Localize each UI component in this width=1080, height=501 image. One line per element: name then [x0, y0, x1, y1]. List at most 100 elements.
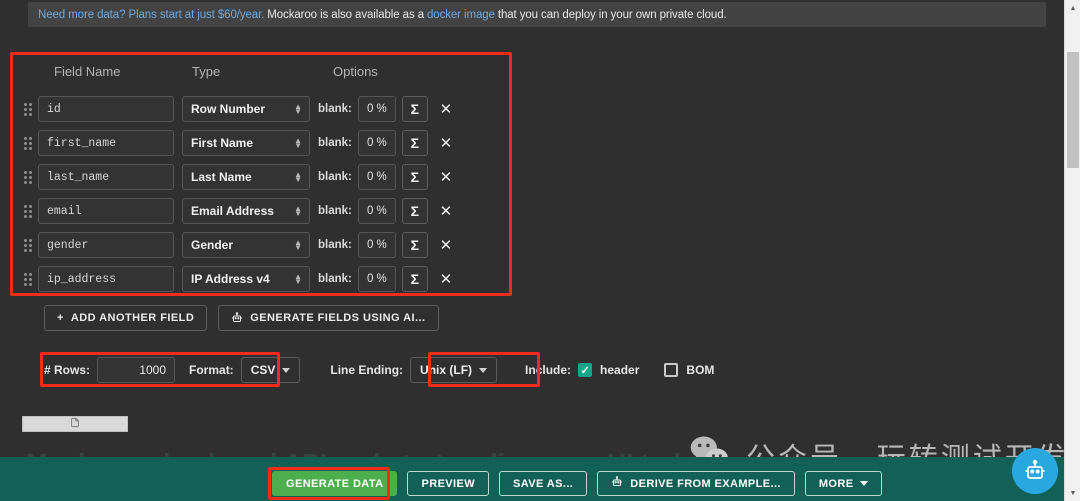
sigma-icon[interactable]: Σ	[401, 164, 428, 190]
format-value: CSV	[250, 363, 276, 377]
robot-icon	[611, 476, 623, 491]
close-icon[interactable]: ✕	[433, 130, 459, 156]
blank-percent-input[interactable]: 0 %	[357, 96, 396, 122]
sigma-icon[interactable]: Σ	[401, 266, 428, 292]
caret-down-icon	[479, 367, 488, 373]
download-chip[interactable]	[22, 416, 128, 432]
chevron-updown-icon: ▲ ▼	[294, 136, 302, 150]
bom-checkbox[interactable]	[664, 363, 679, 377]
preview-button[interactable]: PREVIEW	[407, 471, 490, 496]
field-name-input[interactable]	[38, 130, 174, 156]
drag-handle-icon[interactable]	[20, 237, 36, 253]
blank-label: blank:	[318, 273, 352, 285]
close-icon[interactable]: ✕	[433, 266, 459, 292]
table-row: Row Number ▲▼ blank: 0 % Σ ✕	[20, 92, 459, 126]
plus-icon: +	[57, 312, 64, 324]
docker-image-link[interactable]: docker image	[427, 9, 495, 21]
table-row: Last Name ▲▼ blank: 0 % Σ ✕	[20, 160, 459, 194]
caret-up-icon[interactable]: ▲	[1065, 0, 1080, 16]
bom-label: BOM	[686, 363, 715, 377]
blank-label: blank:	[318, 171, 352, 183]
generate-fields-ai-button[interactable]: GENERATE FIELDS USING AI...	[218, 305, 439, 331]
caret-down-icon	[860, 481, 869, 486]
field-type-value: Gender	[191, 238, 234, 252]
close-icon[interactable]: ✕	[433, 232, 459, 258]
chevron-updown-icon: ▲ ▼	[294, 238, 302, 252]
close-icon[interactable]: ✕	[433, 164, 459, 190]
robot-badge-icon[interactable]	[1012, 448, 1058, 494]
field-type-select[interactable]: IP Address v4 ▲ ▼	[182, 266, 310, 292]
field-type-value: Last Name	[191, 170, 252, 184]
blank-percent-input[interactable]: 0 %	[357, 198, 396, 224]
sigma-icon[interactable]: Σ	[401, 130, 428, 156]
chevron-updown-icon: ▲ ▼	[294, 102, 302, 116]
sigma-icon[interactable]: Σ	[401, 198, 428, 224]
format-label: Format:	[189, 363, 234, 377]
caret-down-icon[interactable]: ▼	[1065, 485, 1080, 501]
file-download-icon	[70, 415, 80, 433]
table-row: IP Address v4 ▲▼ blank: 0 % Σ ✕	[20, 262, 459, 296]
blank-percent-input[interactable]: 0 %	[357, 130, 396, 156]
field-type-value: First Name	[191, 136, 254, 150]
add-another-field-button[interactable]: + ADD ANOTHER FIELD	[44, 305, 208, 331]
field-type-select[interactable]: Last Name ▲ ▼	[182, 164, 310, 190]
field-type-select[interactable]: First Name ▲ ▼	[182, 130, 310, 156]
field-actions: + ADD ANOTHER FIELD GENERATE FIELDS USIN…	[44, 305, 439, 331]
sigma-icon[interactable]: Σ	[401, 96, 428, 122]
scrollbar-thumb[interactable]	[1067, 52, 1079, 168]
scrollbar[interactable]: ▲ ▼	[1064, 0, 1080, 501]
derive-from-example-button[interactable]: DERIVE FROM EXAMPLE...	[597, 471, 795, 496]
blank-percent-input[interactable]: 0 %	[357, 232, 396, 258]
header-label: header	[600, 363, 640, 377]
rows-label: # Rows:	[44, 363, 91, 377]
field-name-input[interactable]	[38, 96, 174, 122]
drag-handle-icon[interactable]	[20, 169, 36, 185]
field-type-value: Email Address	[191, 204, 274, 218]
promo-text-2: that you can deploy in your own private …	[497, 8, 727, 21]
line-ending-label: Line Ending:	[330, 363, 404, 377]
generate-fields-ai-label: GENERATE FIELDS USING AI...	[250, 312, 426, 324]
field-name-input[interactable]	[38, 164, 174, 190]
output-settings: # Rows: Format: CSV Line Ending: Unix (L…	[44, 356, 721, 384]
promo-text-1: Mockaroo is also available as a	[267, 8, 424, 21]
field-type-select[interactable]: Gender ▲ ▼	[182, 232, 310, 258]
blank-percent-input[interactable]: 0 %	[357, 266, 396, 292]
field-name-input[interactable]	[38, 266, 174, 292]
blank-label: blank:	[318, 205, 352, 217]
rows-input[interactable]	[97, 357, 176, 383]
generate-data-button[interactable]: GENERATE DATA	[272, 471, 398, 496]
more-button[interactable]: MORE	[804, 471, 883, 496]
drag-handle-icon[interactable]	[20, 101, 36, 117]
line-ending-value: Unix (LF)	[420, 363, 473, 377]
add-another-field-label: ADD ANOTHER FIELD	[70, 312, 195, 324]
field-type-select[interactable]: Email Address ▲ ▼	[182, 198, 310, 224]
save-as-button[interactable]: SAVE AS...	[499, 471, 588, 496]
column-header-options: Options	[333, 64, 378, 79]
sigma-icon[interactable]: Σ	[401, 232, 428, 258]
line-ending-select[interactable]: Unix (LF)	[410, 357, 498, 383]
schema-column-headers: Field Name Type Options	[20, 64, 500, 86]
drag-handle-icon[interactable]	[20, 203, 36, 219]
drag-handle-icon[interactable]	[20, 271, 36, 287]
robot-icon	[231, 312, 243, 324]
field-name-input[interactable]	[38, 232, 174, 258]
close-icon[interactable]: ✕	[433, 198, 459, 224]
schema-field-list: Row Number ▲▼ blank: 0 % Σ ✕ First Name …	[20, 92, 459, 296]
field-name-input[interactable]	[38, 198, 174, 224]
table-row: Gender ▲▼ blank: 0 % Σ ✕	[20, 228, 459, 262]
field-type-select[interactable]: Row Number ▲ ▼	[182, 96, 310, 122]
more-label: MORE	[818, 477, 854, 490]
bottom-buttons: GENERATE DATA PREVIEW SAVE AS... DERIVE …	[272, 471, 883, 496]
blank-label: blank:	[318, 103, 352, 115]
close-icon[interactable]: ✕	[433, 96, 459, 122]
table-row: First Name ▲▼ blank: 0 % Σ ✕	[20, 126, 459, 160]
blank-percent-input[interactable]: 0 %	[357, 164, 396, 190]
format-select[interactable]: CSV	[240, 357, 301, 383]
header-checkbox[interactable]: ✓	[578, 363, 593, 377]
promo-plans-link[interactable]: Need more data? Plans start at just $60/…	[38, 9, 264, 21]
caret-down-icon	[282, 367, 291, 373]
mockaroo-schema-page: Need more data? Plans start at just $60/…	[0, 0, 1080, 501]
drag-handle-icon[interactable]	[20, 135, 36, 151]
column-header-field-name: Field Name	[54, 64, 121, 79]
chevron-updown-icon: ▲ ▼	[294, 272, 302, 286]
